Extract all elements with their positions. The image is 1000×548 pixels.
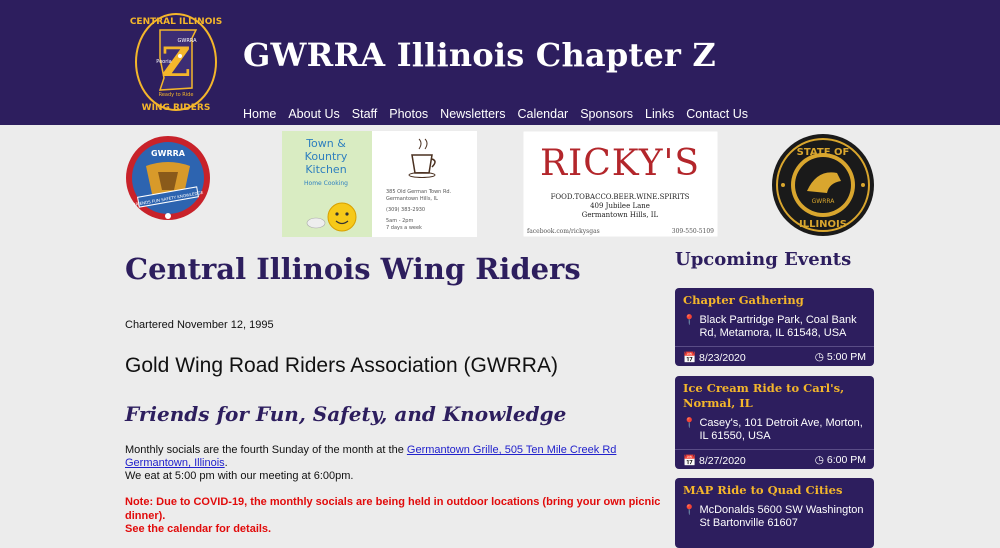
nav-photos[interactable]: Photos bbox=[389, 107, 428, 121]
main-nav: Home About Us Staff Photos Newsletters C… bbox=[243, 107, 760, 121]
map-pin-icon: 📍 bbox=[683, 418, 696, 429]
state-badge-bottom: ILLINOIS bbox=[799, 219, 847, 230]
event-date: 8/23/2020 bbox=[699, 352, 746, 364]
map-pin-icon: 📍 bbox=[683, 315, 696, 326]
clock-icon: ◷ bbox=[814, 454, 824, 466]
coffee-cup-icon bbox=[411, 154, 433, 174]
sponsor-banners: GWRRA FRIENDS FUN SAFETY KNOWLEDGE Town … bbox=[0, 128, 1000, 238]
event-title[interactable]: Ice Cream Ride to Carl's, Normal, IL bbox=[675, 376, 874, 417]
slogan-heading: Friends for Fun, Safety, and Knowledge bbox=[125, 402, 567, 426]
tkk-phone: (309) 383-2930 bbox=[386, 207, 425, 213]
logo-text-top: CENTRAL ILLINOIS bbox=[130, 17, 222, 27]
map-pin-icon: 📍 bbox=[683, 505, 696, 516]
logo-small: GWRRA bbox=[178, 38, 198, 44]
site-title: GWRRA Illinois Chapter Z bbox=[243, 36, 716, 74]
tkk-hours-2: 7 days a week bbox=[386, 225, 422, 231]
nav-calendar[interactable]: Calendar bbox=[517, 107, 568, 121]
event-datetime: 📅 8/27/2020 ◷ 6:00 PM bbox=[675, 450, 874, 471]
event-time: 6:00 PM bbox=[826, 454, 866, 466]
event-date: 8/27/2020 bbox=[699, 455, 746, 467]
state-badge-center: GWRRA bbox=[812, 198, 836, 205]
rickys-address-1: 409 Jubilee Lane bbox=[590, 202, 650, 210]
event-location-text: Casey's, 101 Detroit Ave, Morton, IL 615… bbox=[699, 417, 863, 442]
meeting-time: We eat at 5:00 pm with our meeting at 6:… bbox=[125, 470, 354, 482]
event-location: 📍 Casey's, 101 Detroit Ave, Morton, IL 6… bbox=[675, 417, 874, 443]
covid-note-calendar: See the calendar for details. bbox=[125, 523, 272, 535]
site-header: CENTRAL ILLINOIS WING RIDERS Z GWRRA Peo… bbox=[0, 0, 1000, 125]
event-time: 5:00 PM bbox=[826, 351, 866, 363]
rickys-name: RICKY'S bbox=[540, 143, 700, 184]
logo-tagline: Ready to Ride bbox=[159, 92, 194, 98]
nav-about-us[interactable]: About Us bbox=[288, 107, 339, 121]
clock-icon: ◷ bbox=[814, 351, 824, 363]
state-of-illinois-badge[interactable]: STATE OF ILLINOIS GWRRA bbox=[771, 133, 875, 237]
tkk-title-2: Kountry bbox=[305, 150, 348, 163]
town-kountry-kitchen-ad[interactable]: Town & Kountry Kitchen Home Cooking 385 … bbox=[282, 131, 477, 237]
logo-text-bottom: WING RIDERS bbox=[142, 103, 211, 113]
rickys-ad[interactable]: RICKY'S FOOD.TOBACCO.BEER.WINE.SPIRITS 4… bbox=[523, 131, 718, 237]
rickys-phone: 309-550-5109 bbox=[672, 228, 714, 235]
association-heading: Gold Wing Road Riders Association (GWRRA… bbox=[125, 354, 558, 377]
gwrra-badge-top: GWRRA bbox=[151, 149, 186, 158]
rickys-tagline: FOOD.TOBACCO.BEER.WINE.SPIRITS bbox=[551, 193, 690, 201]
chapter-logo[interactable]: CENTRAL ILLINOIS WING RIDERS Z GWRRA Peo… bbox=[130, 8, 222, 116]
rickys-facebook: facebook.com/rickysgas bbox=[527, 228, 600, 235]
event-title[interactable]: MAP Ride to Quad Cities bbox=[675, 478, 874, 504]
event-card[interactable]: Ice Cream Ride to Carl's, Normal, IL 📍 C… bbox=[675, 376, 874, 469]
socials-suffix: . bbox=[224, 457, 228, 469]
rickys-address-2: Germantown Hills, IL bbox=[582, 211, 659, 219]
tkk-hours-1: 5am - 2pm bbox=[386, 218, 413, 224]
event-card[interactable]: MAP Ride to Quad Cities 📍 McDonalds 5600… bbox=[675, 478, 874, 548]
page-title: Central Illinois Wing Riders bbox=[125, 252, 581, 286]
tkk-subtitle: Home Cooking bbox=[304, 180, 348, 187]
covid-note: Note: Due to COVID-19, the monthly socia… bbox=[125, 496, 670, 537]
tkk-address-1: 385 Old German Town Rd. bbox=[386, 189, 452, 195]
event-card[interactable]: Chapter Gathering 📍 Black Partridge Park… bbox=[675, 288, 874, 366]
tkk-title-1: Town & bbox=[305, 137, 346, 150]
tkk-address-2: Germantown Hills, IL bbox=[386, 196, 438, 202]
upcoming-events-heading: Upcoming Events bbox=[675, 249, 852, 270]
event-location-text: McDonalds 5600 SW Washington St Bartonvi… bbox=[699, 504, 864, 529]
event-location: 📍 Black Partridge Park, Coal Bank Rd, Me… bbox=[675, 314, 874, 340]
event-location: 📍 McDonalds 5600 SW Washington St Barton… bbox=[675, 504, 874, 530]
state-badge-top: STATE OF bbox=[797, 147, 850, 158]
chartered-date: Chartered November 12, 1995 bbox=[125, 319, 274, 331]
smiley-icon bbox=[327, 202, 357, 232]
nav-links[interactable]: Links bbox=[645, 107, 674, 121]
event-location-text: Black Partridge Park, Coal Bank Rd, Meta… bbox=[699, 314, 857, 339]
socials-paragraph: Monthly socials are the fourth Sunday of… bbox=[125, 444, 665, 483]
event-datetime: 📅 8/23/2020 ◷ 5:00 PM bbox=[675, 347, 874, 368]
logo-city: Peoria bbox=[156, 59, 171, 65]
nav-newsletters[interactable]: Newsletters bbox=[440, 107, 505, 121]
calendar-icon: 📅 bbox=[683, 352, 697, 364]
nav-staff[interactable]: Staff bbox=[352, 107, 377, 121]
tkk-title-3: Kitchen bbox=[305, 163, 346, 176]
socials-prefix: Monthly socials are the fourth Sunday of… bbox=[125, 444, 407, 456]
covid-note-text: Note: Due to COVID-19, the monthly socia… bbox=[125, 496, 661, 522]
event-title[interactable]: Chapter Gathering bbox=[675, 288, 874, 314]
nav-home[interactable]: Home bbox=[243, 107, 276, 121]
nav-contact-us[interactable]: Contact Us bbox=[686, 107, 748, 121]
gwrra-badge[interactable]: GWRRA FRIENDS FUN SAFETY KNOWLEDGE bbox=[124, 132, 212, 234]
nav-sponsors[interactable]: Sponsors bbox=[580, 107, 633, 121]
calendar-icon: 📅 bbox=[683, 455, 697, 467]
